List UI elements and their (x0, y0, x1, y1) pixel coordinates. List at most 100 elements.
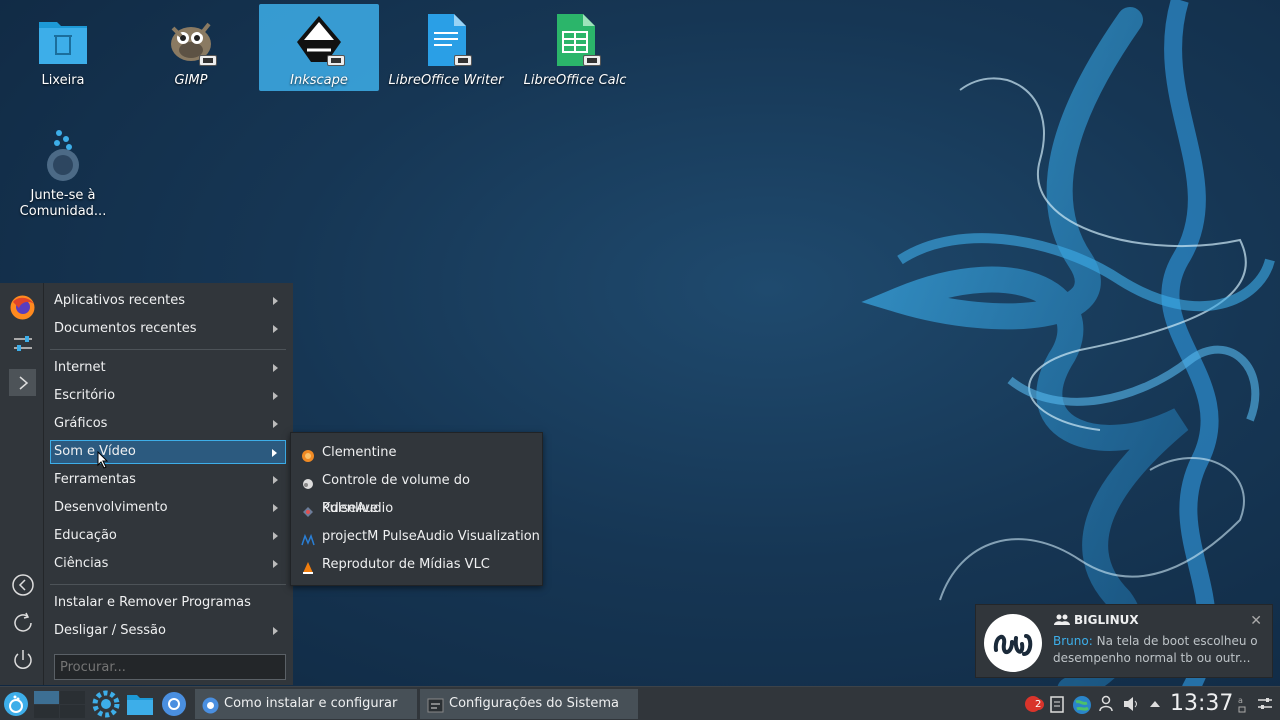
lock-icons[interactable]: a (1237, 695, 1247, 713)
community-icon (33, 125, 93, 185)
start-menu: Aplicativos recentes Documentos recentes… (44, 283, 293, 685)
menu-separator (50, 349, 286, 350)
menu-item-install-remove[interactable]: Instalar e Remover Programas (50, 591, 286, 615)
menu-item-recent-docs[interactable]: Documentos recentes (50, 317, 286, 341)
submenu-arrow-icon (273, 420, 278, 428)
menu-item-office[interactable]: Escritório (50, 384, 286, 408)
power-icon[interactable] (9, 646, 36, 673)
clock[interactable]: 13:37 (1170, 689, 1233, 719)
notification-title: BIGLINUX (1074, 613, 1139, 627)
desktop-icon-calc[interactable]: LibreOffice Calc (515, 4, 635, 91)
submenu-item-label: Kdenlive (322, 501, 378, 516)
menu-item-shutdown-session[interactable]: Desligar / Sessão (50, 619, 286, 643)
menu-item-development[interactable]: Desenvolvimento (50, 496, 286, 520)
menu-item-label: Aplicativos recentes (54, 293, 186, 308)
menu-item-sound-video[interactable]: Som e Vídeo (50, 440, 286, 464)
submenu-arrow-icon (273, 504, 278, 512)
submenu-arrow-icon (273, 560, 278, 568)
menu-item-label: Ciências (54, 556, 109, 571)
menu-item-science[interactable]: Ciências (50, 552, 286, 576)
submenu-item-vlc[interactable]: Reprodutor de Mídias VLC (291, 551, 542, 579)
link-badge-icon (583, 55, 601, 66)
notification-badge-icon[interactable]: 2 (1024, 695, 1045, 713)
menu-item-recent-apps[interactable]: Aplicativos recentes (50, 289, 286, 313)
desktop-icon-label: LibreOffice Calc (523, 73, 627, 88)
refresh-icon[interactable] (9, 609, 36, 636)
submenu-arrow-icon (273, 532, 278, 540)
projectm-icon (301, 530, 315, 546)
mouse-cursor-icon (97, 450, 109, 473)
menu-item-label: Desenvolvimento (54, 500, 168, 515)
menu-item-label: Ferramentas (54, 472, 136, 487)
task-chromium[interactable]: Como instalar e configurar o... (195, 689, 417, 719)
notification-sender: Bruno: (1053, 634, 1093, 648)
back-icon[interactable] (9, 571, 36, 598)
submenu-item-label: Clementine (322, 445, 397, 460)
link-badge-icon (199, 55, 217, 66)
menu-item-graphics[interactable]: Gráficos (50, 412, 286, 436)
submenu-item-kdenlive[interactable]: Kdenlive (291, 495, 542, 523)
submenu-arrow-icon (273, 325, 278, 333)
menu-separator (50, 584, 286, 585)
submenu-item-label: Reprodutor de Mídias VLC (322, 557, 490, 572)
menu-item-label: Documentos recentes (54, 321, 197, 336)
task-system-settings[interactable]: Configurações do Sistema (420, 689, 638, 719)
menu-item-label: Desligar / Sessão (54, 623, 166, 638)
system-settings-icon (427, 696, 444, 713)
kdenlive-icon (301, 502, 315, 517)
panel-options-icon[interactable] (1256, 695, 1274, 713)
system-settings-launcher-icon[interactable] (92, 689, 120, 719)
desktop-icon-community[interactable]: Junte-se à Comunidad... (3, 119, 123, 219)
trash-icon (33, 10, 93, 70)
application-launcher-icon[interactable] (3, 689, 31, 719)
menu-search-input[interactable] (54, 654, 286, 680)
link-badge-icon (454, 55, 472, 66)
network-globe-icon[interactable] (1072, 695, 1091, 714)
settings-sliders-icon[interactable] (9, 330, 36, 357)
inkscape-icon (289, 10, 349, 70)
menu-item-label: Som e Vídeo (54, 444, 136, 459)
desktop-icon-trash[interactable]: Lixeira (3, 4, 123, 91)
task-label: Como instalar e configurar o... (224, 696, 398, 711)
group-icon (1054, 614, 1070, 630)
file-manager-icon[interactable] (126, 689, 154, 719)
submenu-arrow-icon (273, 476, 278, 484)
clipboard-icon[interactable] (1049, 695, 1067, 713)
notification-popup[interactable]: BIGLINUX ✕ Bruno: Na tela de boot escolh… (975, 604, 1273, 678)
desktop-icon-writer[interactable]: LibreOffice Writer (386, 4, 506, 91)
biglinux-logo-icon (984, 614, 1042, 672)
desktop-icon-label: LibreOffice Writer (388, 73, 504, 88)
submenu-item-label: projectM PulseAudio Visualization (322, 529, 540, 544)
firefox-icon[interactable] (9, 294, 36, 321)
submenu-arrow-icon (272, 449, 277, 457)
menu-item-tools[interactable]: Ferramentas (50, 468, 286, 492)
submenu-item-projectm[interactable]: projectM PulseAudio Visualization (291, 523, 542, 551)
submenu-item-clementine[interactable]: Clementine (291, 439, 542, 467)
menu-item-label: Internet (54, 360, 106, 375)
chromium-launcher-icon[interactable] (160, 689, 188, 719)
desktop-icon-label: Inkscape (290, 73, 348, 88)
submenu-item-pulseaudio[interactable]: Controle de volume do PulseAudio (291, 467, 542, 516)
desktop-icon-label: GIMP (174, 73, 208, 88)
menu-item-label: Instalar e Remover Programas (54, 595, 251, 610)
notification-body: Bruno: Na tela de boot escolheu o desemp… (1053, 633, 1258, 667)
desktop-icon-inkscape[interactable]: Inkscape (259, 4, 379, 91)
virtual-desktop-pager[interactable] (34, 689, 86, 719)
user-status-icon[interactable] (1098, 695, 1116, 713)
desktop-icon-label: Junte-se à Comunidad... (19, 188, 107, 219)
submenu-arrow-icon (273, 627, 278, 635)
volume-icon[interactable] (1122, 695, 1140, 713)
writer-icon (416, 10, 476, 70)
sound-video-submenu: Clementine Controle de volume do PulseAu… (290, 432, 543, 586)
tray-expand-arrow-icon[interactable] (1147, 695, 1165, 713)
expand-icon[interactable] (9, 369, 36, 396)
link-badge-icon (327, 55, 345, 66)
menu-item-internet[interactable]: Internet (50, 356, 286, 380)
gimp-icon (161, 10, 221, 70)
close-icon[interactable]: ✕ (1250, 613, 1262, 629)
submenu-arrow-icon (273, 297, 278, 305)
start-menu-sidebar (0, 283, 44, 685)
desktop-icon-gimp[interactable]: GIMP (131, 4, 251, 91)
taskbar: Como instalar e configurar o... Configur… (0, 686, 1280, 720)
menu-item-education[interactable]: Educação (50, 524, 286, 548)
